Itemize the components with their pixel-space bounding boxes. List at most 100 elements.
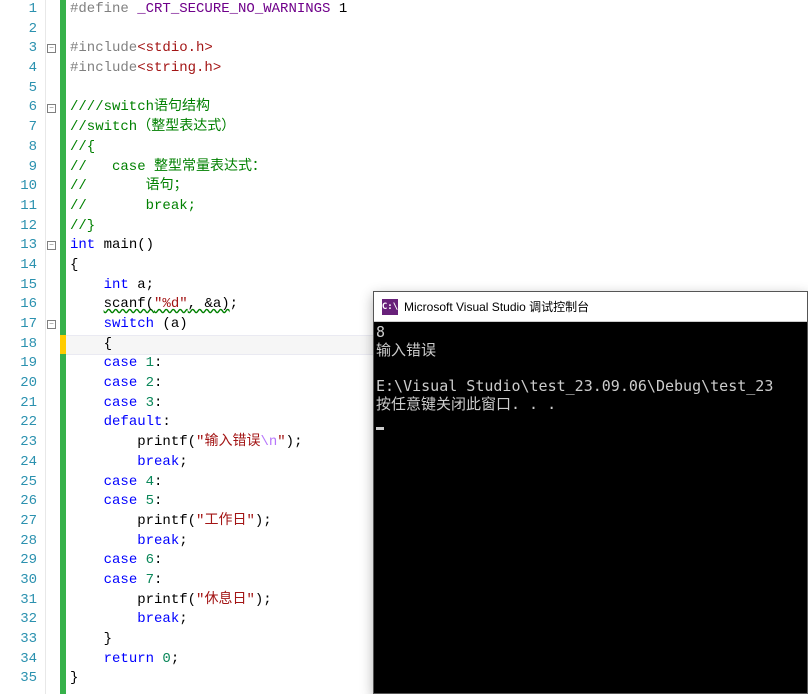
preproc: #define (70, 1, 137, 17)
keyword: int (70, 237, 104, 253)
macro-val: 1 (330, 1, 347, 17)
indent (70, 277, 104, 293)
keyword: return (104, 651, 163, 667)
text: ); (255, 592, 272, 608)
text: ( (188, 592, 196, 608)
text: : (154, 395, 162, 411)
text: ); (255, 513, 272, 529)
text: () (137, 237, 154, 253)
keyword: case (104, 355, 146, 371)
line-number: 12 (0, 217, 37, 237)
keyword: case (104, 474, 146, 490)
fold-toggle[interactable]: − (47, 44, 56, 53)
string: " (277, 434, 285, 450)
line-number: 21 (0, 394, 37, 414)
line-number: 3 (0, 39, 37, 59)
line-number: 31 (0, 591, 37, 611)
text: a; (137, 277, 154, 293)
include-header: <stdio.h> (137, 40, 213, 56)
console-line: 输入错误 (376, 341, 436, 359)
line-number: 15 (0, 276, 37, 296)
comment: // 语句； (70, 178, 188, 194)
number: 6 (146, 552, 154, 568)
keyword: default (104, 414, 163, 430)
indent (70, 454, 137, 470)
indent (70, 592, 137, 608)
fold-toggle[interactable]: − (47, 320, 56, 329)
modified-marker (60, 335, 66, 355)
line-number: 4 (0, 59, 37, 79)
number: 4 (146, 474, 154, 490)
line-number: 28 (0, 532, 37, 552)
comment: //{ (70, 139, 95, 155)
brace: { (70, 336, 112, 352)
identifier: main (104, 237, 138, 253)
text: (a) (162, 316, 187, 332)
brace: } (70, 670, 78, 686)
fold-toggle[interactable]: − (47, 104, 56, 113)
keyword: case (104, 552, 146, 568)
line-number: 1 (0, 0, 37, 20)
indent (70, 296, 104, 312)
fold-toggle[interactable]: − (47, 241, 56, 250)
console-titlebar[interactable]: C:\ Microsoft Visual Studio 调试控制台 (374, 292, 807, 322)
indent (70, 651, 104, 667)
text: : (154, 375, 162, 391)
keyword: int (104, 277, 138, 293)
line-number-gutter: 1234567891011121314151617181920212223242… (0, 0, 46, 694)
line-number: 35 (0, 669, 37, 689)
line-number: 6 (0, 98, 37, 118)
comment: // case 整型常量表达式： (70, 159, 266, 175)
indent (70, 533, 137, 549)
line-number: 9 (0, 158, 37, 178)
text: ; (171, 651, 179, 667)
keyword: case (104, 375, 146, 391)
preproc: #include (70, 60, 137, 76)
preproc: #include (70, 40, 137, 56)
line-number: 13 (0, 236, 37, 256)
text: : (154, 572, 162, 588)
keyword: case (104, 395, 146, 411)
line-number: 8 (0, 138, 37, 158)
text: ( (188, 434, 196, 450)
brace: { (70, 257, 78, 273)
text: ( (188, 513, 196, 529)
indent (70, 513, 137, 529)
line-number: 10 (0, 177, 37, 197)
line-number: 19 (0, 354, 37, 374)
line-number: 2 (0, 20, 37, 40)
indent (70, 611, 137, 627)
line-number: 34 (0, 650, 37, 670)
line-number: 33 (0, 630, 37, 650)
text: : (154, 474, 162, 490)
text: : (162, 414, 170, 430)
keyword: case (104, 572, 146, 588)
brace: } (70, 631, 112, 647)
identifier: printf (137, 513, 187, 529)
keyword: switch (104, 316, 163, 332)
keyword: break (137, 454, 179, 470)
indent (70, 375, 104, 391)
console-output[interactable]: 8 输入错误 E:\Visual Studio\test_23.09.06\De… (374, 322, 807, 693)
debug-console-window[interactable]: C:\ Microsoft Visual Studio 调试控制台 8 输入错误… (373, 291, 808, 694)
text: ; (179, 454, 187, 470)
text: , &a) (188, 296, 230, 312)
number: 3 (146, 395, 154, 411)
indent (70, 572, 104, 588)
comment: //switch（整型表达式） (70, 119, 235, 135)
text: ; (230, 296, 238, 312)
line-number: 20 (0, 374, 37, 394)
console-line: 按任意键关闭此窗口. . . (376, 395, 556, 413)
console-icon: C:\ (382, 299, 398, 315)
comment: ////switch语句结构 (70, 99, 210, 115)
text: ; (179, 533, 187, 549)
console-line: E:\Visual Studio\test_23.09.06\Debug\tes… (376, 377, 773, 395)
text: : (154, 493, 162, 509)
line-number: 27 (0, 512, 37, 532)
fold-column[interactable]: − − − − (46, 0, 60, 694)
line-number: 18 (0, 335, 37, 355)
number: 7 (146, 572, 154, 588)
string: "%d" (154, 296, 188, 312)
line-number: 14 (0, 256, 37, 276)
keyword: break (137, 533, 179, 549)
